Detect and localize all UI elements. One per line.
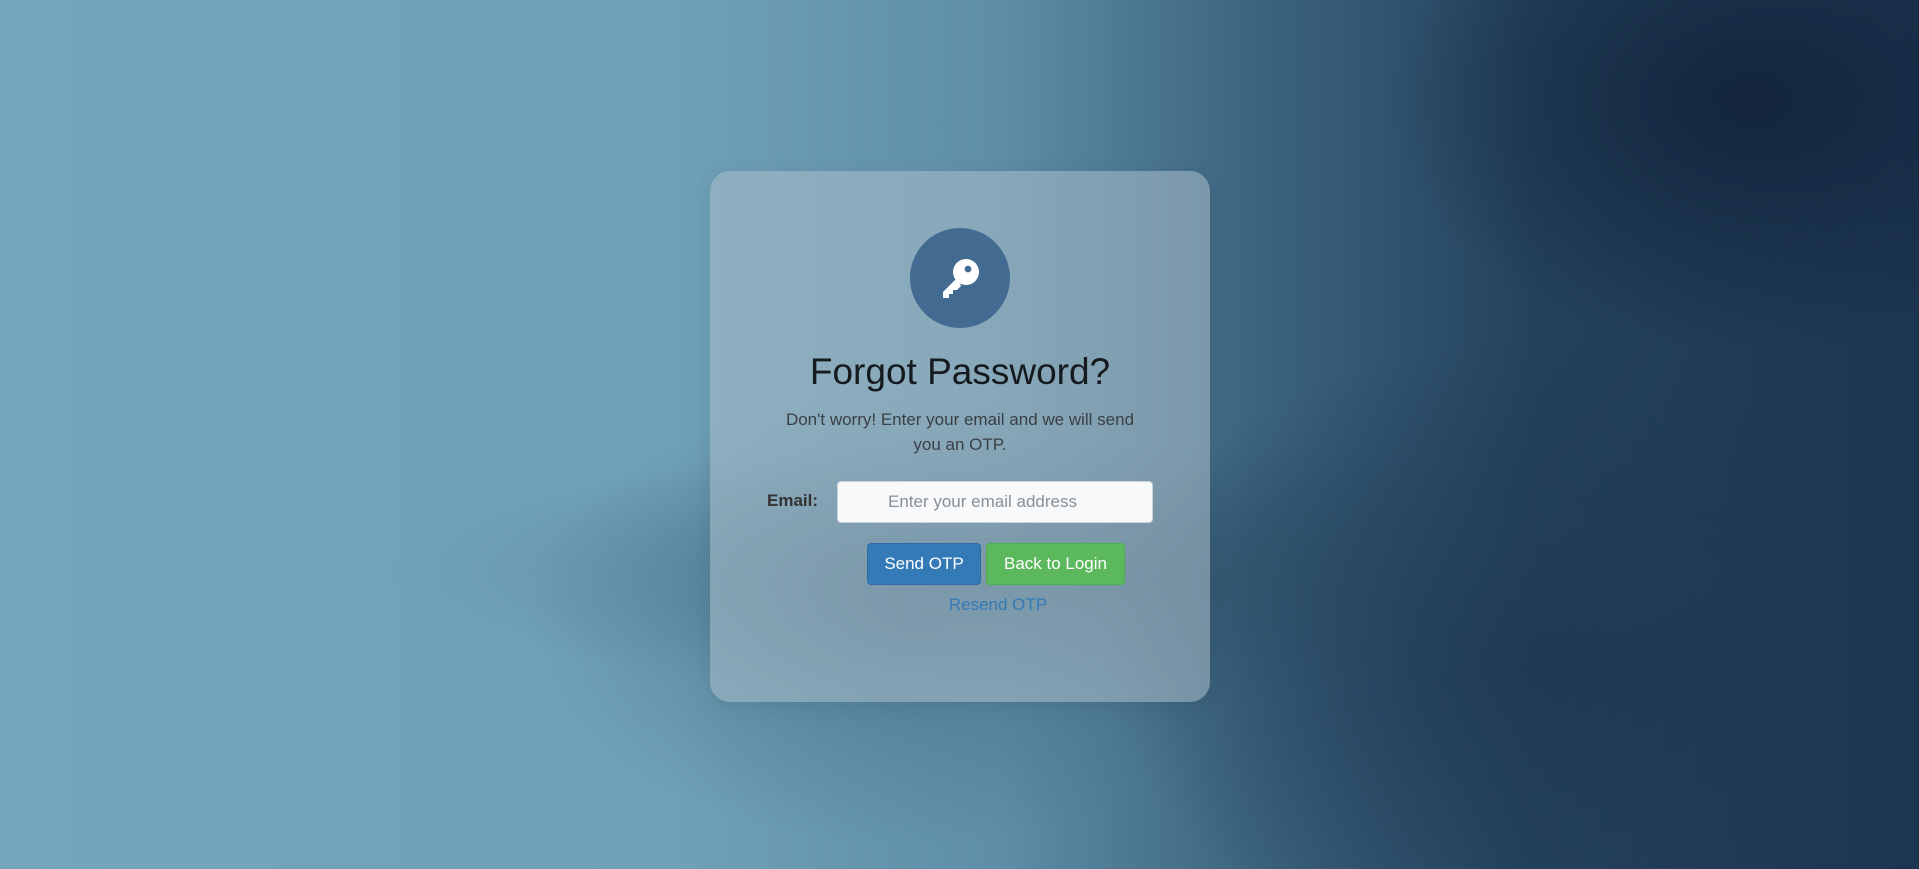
page-subtitle: Don't worry! Enter your email and we wil… bbox=[785, 410, 1135, 454]
back-to-login-button[interactable]: Back to Login bbox=[986, 543, 1125, 585]
email-input[interactable] bbox=[837, 481, 1153, 523]
key-icon-badge bbox=[910, 228, 1010, 328]
forgot-password-card: Forgot Password? Don't worry! Enter your… bbox=[710, 171, 1210, 702]
page-title: Forgot Password? bbox=[809, 351, 1111, 392]
key-icon bbox=[943, 259, 979, 298]
email-label: Email: bbox=[767, 491, 819, 510]
send-otp-button[interactable]: Send OTP bbox=[867, 543, 981, 585]
resend-otp-link[interactable]: Resend OTP bbox=[710, 595, 1286, 615]
